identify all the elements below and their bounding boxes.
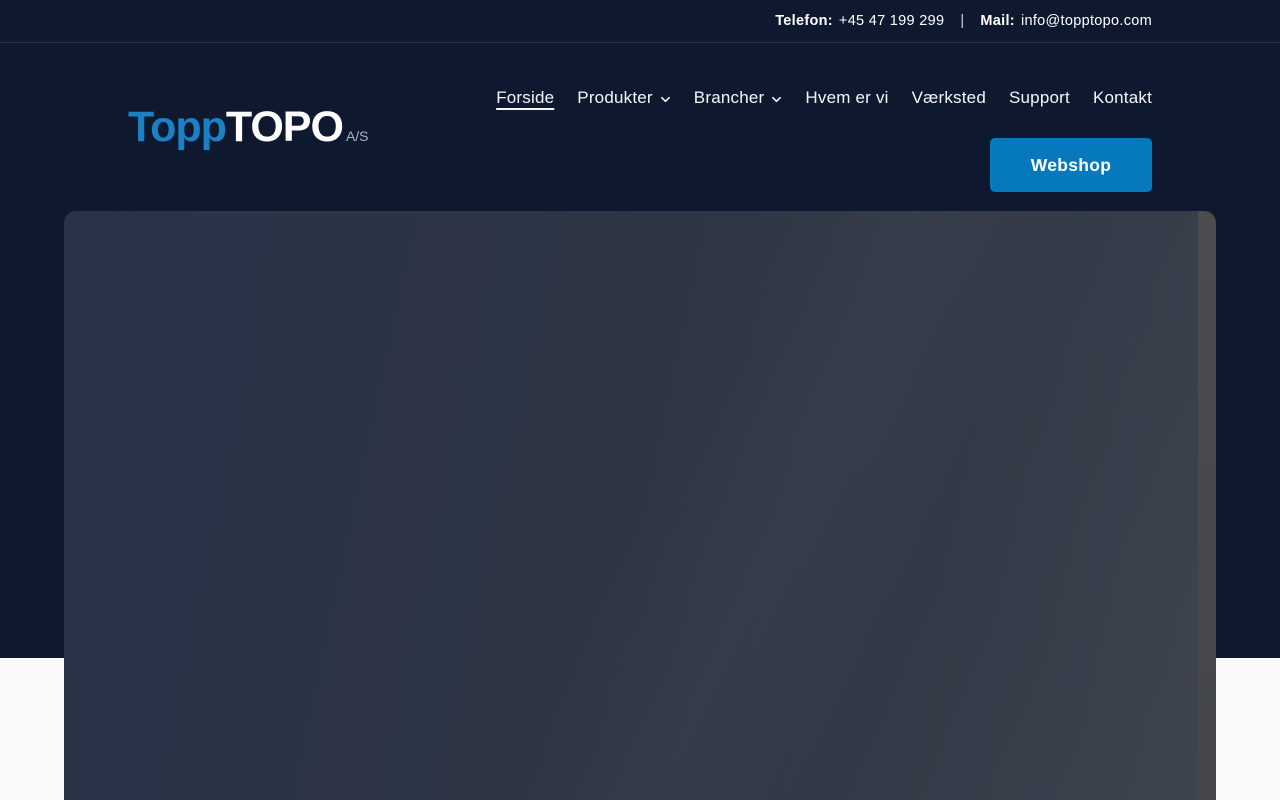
phone-label: Telefon:	[775, 13, 833, 29]
nav-item-label: Produkter	[577, 88, 653, 107]
chevron-down-icon	[660, 94, 671, 105]
mail-label: Mail:	[980, 13, 1015, 29]
main-navigation: Forside Produkter Brancher Hvem er vi Væ…	[496, 88, 1152, 108]
nav-item-label: Forside	[496, 88, 555, 107]
nav-item-label: Værksted	[911, 88, 986, 107]
nav-item-brancher[interactable]: Brancher	[694, 88, 783, 108]
topbar: Telefon: +45 47 199 299 | Mail: info@top…	[0, 0, 1280, 43]
logo-text-topp: Topp	[128, 102, 227, 151]
nav-item-forside[interactable]: Forside	[496, 88, 554, 108]
logo-suffix-as: A/S	[345, 127, 369, 144]
nav-item-produkter[interactable]: Produkter	[577, 88, 671, 108]
nav-item-hvem-er-vi[interactable]: Hvem er vi	[805, 88, 888, 108]
nav-item-label: Kontakt	[1092, 88, 1152, 107]
nav-item-label: Support	[1008, 88, 1070, 107]
nav-item-label: Brancher	[693, 88, 765, 107]
nav-item-label: Hvem er vi	[805, 88, 889, 107]
nav-item-support[interactable]: Support	[1009, 88, 1070, 108]
topbar-separator: |	[960, 13, 965, 29]
nav-item-kontakt[interactable]: Kontakt	[1093, 88, 1152, 108]
hero-image-edge	[1198, 211, 1216, 800]
phone-number: +45 47 199 299	[838, 13, 945, 29]
mail-address[interactable]: info@topptopo.com	[1021, 13, 1152, 29]
header-right: Forside Produkter Brancher Hvem er vi Væ…	[496, 88, 1152, 192]
header: Topp TOPO A/S Forside Produkter Brancher H…	[0, 43, 1280, 211]
webshop-button[interactable]: Webshop	[990, 138, 1152, 192]
logo[interactable]: Topp TOPO A/S	[128, 103, 369, 152]
nav-item-vaerksted[interactable]: Værksted	[912, 88, 986, 108]
logo-text-topo: TOPO	[225, 102, 344, 151]
chevron-down-icon	[771, 94, 782, 105]
hero-image	[64, 211, 1216, 800]
